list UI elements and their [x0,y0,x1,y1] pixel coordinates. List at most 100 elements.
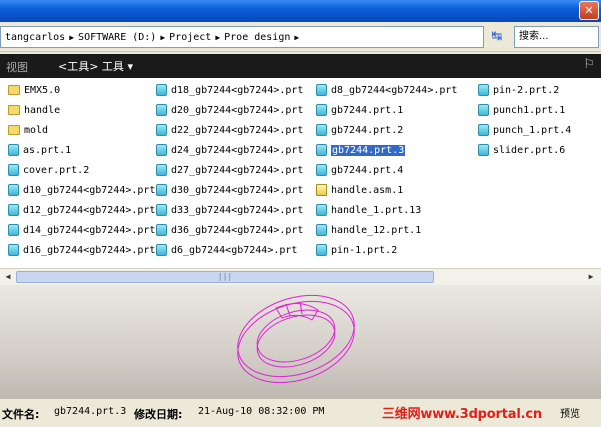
chevron-right-icon[interactable]: ▶ [215,33,220,42]
file-item[interactable]: d33_gb7244<gb7244>.prt [156,200,303,220]
file-name: d14_gb7244<gb7244>.prt [23,224,156,236]
file-name: d20_gb7244<gb7244>.prt [171,104,304,116]
part-file-icon [156,244,167,256]
breadcrumb-item[interactable]: Project [169,32,211,43]
file-item[interactable]: gb7244.prt.1 [316,100,457,120]
part-file-icon [8,224,19,236]
file-column: pin-2.prt.2 punch1.prt.1 punch_1.prt.4slid… [478,80,571,160]
file-item[interactable]: d12_gb7244<gb7244>.prt [8,200,155,220]
file-name: d30_gb7244<gb7244>.prt [171,184,304,196]
part-file-icon [156,224,167,236]
watermark: 三维网www.3dportal.cn [382,407,542,422]
file-name: handle_1.prt.13 [331,204,422,216]
flag-icon[interactable]: ⚐ [583,57,595,72]
view-menu[interactable]: 视图 [6,59,28,75]
file-item[interactable]: d24_gb7244<gb7244>.prt [156,140,303,160]
search-input[interactable]: 搜索... [514,26,599,48]
folder-icon [8,125,20,135]
file-name: d27_gb7244<gb7244>.prt [171,164,304,176]
part-file-icon [316,204,327,216]
file-name: d36_gb7244<gb7244>.prt [171,224,304,236]
file-name: d24_gb7244<gb7244>.prt [171,144,304,156]
file-item[interactable]: EMX5.0 [8,80,155,100]
part-file-icon [8,164,19,176]
breadcrumb-item[interactable]: Proe design [224,32,290,43]
file-item[interactable]: handle [8,100,155,120]
file-item[interactable]: punch_1.prt.4 [478,120,571,140]
folder-icon [8,105,20,115]
file-item[interactable]: d27_gb7244<gb7244>.prt [156,160,303,180]
filename-value: gb7244.prt.3 [54,406,127,417]
scroll-left-icon[interactable]: ◀ [1,270,15,284]
file-item[interactable]: d36_gb7244<gb7244>.prt [156,220,303,240]
horizontal-scrollbar[interactable]: ◀ ||| ▶ [0,268,601,285]
file-column: EMX5.0 handle mold as.prt.1 cover.prt.2 d10_g… [8,80,155,260]
file-item[interactable]: d10_gb7244<gb7244>.prt [8,180,155,200]
file-item[interactable]: d30_gb7244<gb7244>.prt [156,180,303,200]
file-item[interactable]: d14_gb7244<gb7244>.prt [8,220,155,240]
file-name: handle.asm.1 [331,184,404,196]
scroll-thumb[interactable]: ||| [16,271,434,283]
scroll-right-icon[interactable]: ▶ [584,270,598,284]
file-item[interactable]: gb7244.prt.4 [316,160,457,180]
chevron-right-icon[interactable]: ▶ [160,33,165,42]
file-name: gb7244.prt.2 [331,124,404,136]
part-file-icon [478,104,489,116]
part-file-icon [156,124,167,136]
tools-menu[interactable]: <工具> 工具 ▾ [58,58,133,74]
file-item[interactable]: d8_gb7244<gb7244>.prt [316,80,457,100]
file-item[interactable]: punch1.prt.1 [478,100,571,120]
file-item[interactable]: as.prt.1 [8,140,155,160]
file-item[interactable]: d16_gb7244<gb7244>.prt [8,240,155,260]
file-name: pin-1.prt.2 [331,244,398,256]
chevron-right-icon[interactable]: ▶ [69,33,74,42]
chevron-right-icon[interactable]: ▶ [294,33,299,42]
part-file-icon [156,104,167,116]
file-item[interactable]: d18_gb7244<gb7244>.prt [156,80,303,100]
file-name: d6_gb7244<gb7244>.prt [171,244,298,256]
file-item[interactable]: d22_gb7244<gb7244>.prt [156,120,303,140]
file-item[interactable]: cover.prt.2 [8,160,155,180]
preview-toggle[interactable]: 预览 [560,405,580,420]
part-file-icon [316,164,327,176]
file-item[interactable]: d6_gb7244<gb7244>.prt [156,240,303,260]
modified-label: 修改日期: [134,408,183,421]
breadcrumb[interactable]: tangcarlos ▶ SOFTWARE (D:) ▶ Project ▶ Proe de… [0,26,484,48]
wireframe-preview-icon [237,294,355,384]
file-item[interactable]: gb7244.prt.2 [316,120,457,140]
status-bar: 文件名: gb7244.prt.3 修改日期: 21-Aug-10 08:32:… [0,398,601,427]
part-file-icon [8,184,19,196]
file-name: slider.prt.6 [493,144,566,156]
file-name: gb7244.prt.3 [331,144,406,156]
part-file-icon [156,84,167,96]
file-name: d8_gb7244<gb7244>.prt [331,84,458,96]
file-item[interactable]: handle.asm.1 [316,180,457,200]
file-item[interactable]: gb7244.prt.3 [316,140,457,160]
file-item[interactable]: pin-1.prt.2 [316,240,457,260]
file-name: d18_gb7244<gb7244>.prt [171,84,304,96]
close-button[interactable]: ✕ [579,1,599,20]
part-file-icon [316,144,327,156]
file-item[interactable]: d20_gb7244<gb7244>.prt [156,100,303,120]
part-file-icon [156,144,167,156]
file-name: mold [24,124,49,136]
file-name: pin-2.prt.2 [493,84,560,96]
file-name: punch1.prt.1 [493,104,566,116]
file-name: gb7244.prt.1 [331,104,404,116]
file-item[interactable]: slider.prt.6 [478,140,571,160]
part-file-icon [156,184,167,196]
file-name: d33_gb7244<gb7244>.prt [171,204,304,216]
file-item[interactable]: handle_1.prt.13 [316,200,457,220]
go-icon[interactable]: ↹ [486,27,508,48]
breadcrumb-item[interactable]: tangcarlos [5,32,65,43]
file-item[interactable]: mold [8,120,155,140]
part-file-icon [316,244,327,256]
breadcrumb-item[interactable]: SOFTWARE (D:) [78,32,156,43]
model-preview [0,286,601,398]
file-item[interactable]: handle_12.prt.1 [316,220,457,240]
file-name: gb7244.prt.4 [331,164,404,176]
part-file-icon [316,124,327,136]
part-file-icon [156,204,167,216]
part-file-icon [8,144,19,156]
file-item[interactable]: pin-2.prt.2 [478,80,571,100]
